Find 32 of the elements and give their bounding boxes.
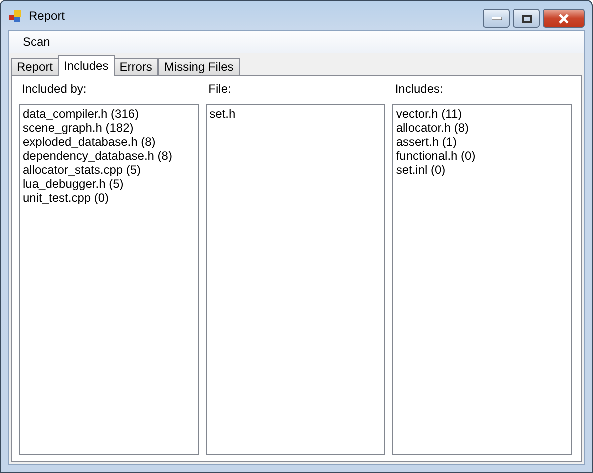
list-item[interactable]: unit_test.cpp (0) [23, 191, 195, 205]
list-item[interactable]: lua_debugger.h (5) [23, 177, 195, 191]
close-button[interactable] [543, 9, 585, 28]
list-label: File: [208, 81, 232, 98]
minimize-button[interactable] [483, 9, 510, 28]
list-box[interactable]: set.h [206, 104, 386, 455]
tab[interactable]: Missing Files [158, 58, 240, 76]
tab[interactable]: Includes [58, 55, 115, 76]
minimize-icon [492, 16, 502, 20]
list-item[interactable]: allocator_stats.cpp (5) [23, 163, 195, 177]
list-item[interactable]: functional.h (0) [396, 149, 568, 163]
list-label: Included by: [21, 81, 88, 98]
maximize-icon [522, 14, 532, 22]
list-box[interactable]: data_compiler.h (316) scene_graph.h (182) exploded_database.h (8) dependency_database.h (8) allocator_stats.cpp (5) lua_debugger.h (5) unit_test.cpp (0) [19, 104, 199, 455]
list-item[interactable]: scene_graph.h (182) [23, 121, 195, 135]
list-item[interactable]: allocator.h (8) [396, 121, 568, 135]
list-box[interactable]: vector.h (11) allocator.h (8) assert.h (1) functional.h (0) set.inl (0) [392, 104, 572, 455]
list-item[interactable]: vector.h (11) [396, 107, 568, 121]
app-icon [8, 8, 23, 22]
list-item[interactable]: set.h [210, 107, 382, 121]
tab[interactable]: Report [11, 58, 60, 76]
maximize-button[interactable] [513, 9, 540, 28]
close-icon [558, 14, 570, 24]
list-item[interactable]: exploded_database.h (8) [23, 135, 195, 149]
tab[interactable]: Errors [114, 58, 158, 76]
list-item[interactable]: assert.h (1) [396, 135, 568, 149]
menu-item[interactable]: Scan [15, 33, 58, 51]
list-item[interactable]: data_compiler.h (316) [23, 107, 195, 121]
list-item[interactable]: set.inl (0) [396, 163, 568, 177]
window-title: Report [29, 8, 66, 22]
list-label: Includes: [394, 81, 444, 98]
list-item[interactable]: dependency_database.h (8) [23, 149, 195, 163]
